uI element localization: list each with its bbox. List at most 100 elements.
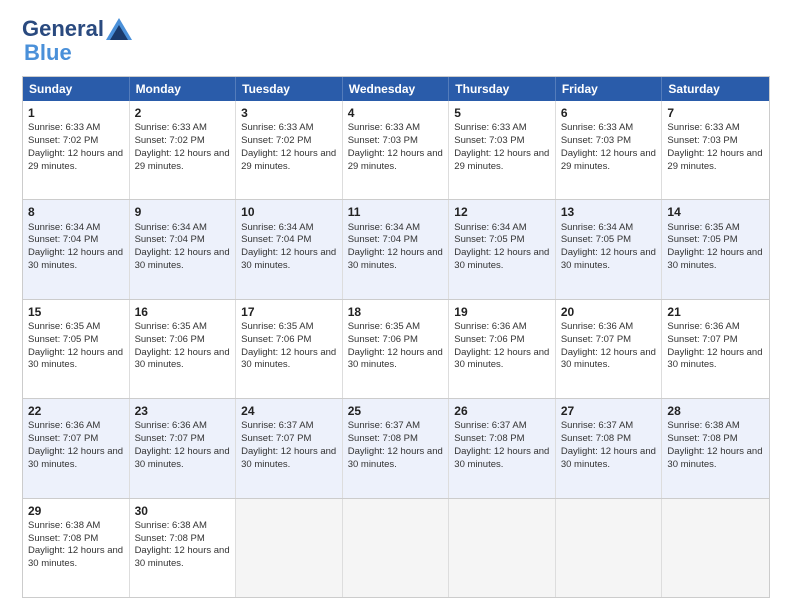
logo-icon bbox=[106, 18, 132, 40]
sunset-text: Sunset: 7:06 PM bbox=[135, 334, 205, 345]
day-number: 2 bbox=[135, 105, 231, 121]
sunrise-text: Sunrise: 6:34 AM bbox=[241, 222, 313, 233]
sunset-text: Sunset: 7:08 PM bbox=[135, 533, 205, 544]
daylight-text: Daylight: 12 hours and 30 minutes. bbox=[28, 247, 123, 271]
sunset-text: Sunset: 7:08 PM bbox=[28, 533, 98, 544]
daylight-text: Daylight: 12 hours and 29 minutes. bbox=[241, 148, 336, 172]
sunrise-text: Sunrise: 6:33 AM bbox=[241, 122, 313, 133]
sunset-text: Sunset: 7:02 PM bbox=[28, 135, 98, 146]
sunrise-text: Sunrise: 6:36 AM bbox=[135, 420, 207, 431]
sunset-text: Sunset: 7:03 PM bbox=[667, 135, 737, 146]
sunset-text: Sunset: 7:04 PM bbox=[135, 234, 205, 245]
day-number: 28 bbox=[667, 403, 764, 419]
sunrise-text: Sunrise: 6:37 AM bbox=[561, 420, 633, 431]
sunrise-text: Sunrise: 6:34 AM bbox=[348, 222, 420, 233]
calendar-cell: 14Sunrise: 6:35 AMSunset: 7:05 PMDayligh… bbox=[662, 200, 769, 298]
sunrise-text: Sunrise: 6:37 AM bbox=[454, 420, 526, 431]
logo-blue: Blue bbox=[24, 40, 72, 66]
day-number: 25 bbox=[348, 403, 444, 419]
sunset-text: Sunset: 7:04 PM bbox=[28, 234, 98, 245]
sunset-text: Sunset: 7:06 PM bbox=[348, 334, 418, 345]
calendar-cell: 25Sunrise: 6:37 AMSunset: 7:08 PMDayligh… bbox=[343, 399, 450, 497]
sunrise-text: Sunrise: 6:35 AM bbox=[241, 321, 313, 332]
calendar-cell: 4Sunrise: 6:33 AMSunset: 7:03 PMDaylight… bbox=[343, 101, 450, 199]
daylight-text: Daylight: 12 hours and 30 minutes. bbox=[135, 347, 230, 371]
daylight-text: Daylight: 12 hours and 30 minutes. bbox=[241, 446, 336, 470]
sunset-text: Sunset: 7:05 PM bbox=[454, 234, 524, 245]
calendar-body: 1 Sunrise: 6:33 AM Sunset: 7:02 PM Daylight… bbox=[23, 101, 769, 597]
calendar-cell: 10Sunrise: 6:34 AMSunset: 7:04 PMDayligh… bbox=[236, 200, 343, 298]
daylight-text: Daylight: 12 hours and 29 minutes. bbox=[135, 148, 230, 172]
sunset-text: Sunset: 7:05 PM bbox=[561, 234, 631, 245]
day-number: 26 bbox=[454, 403, 550, 419]
day-number: 23 bbox=[135, 403, 231, 419]
calendar-cell: 8Sunrise: 6:34 AMSunset: 7:04 PMDaylight… bbox=[23, 200, 130, 298]
sunrise-text: Sunrise: 6:36 AM bbox=[561, 321, 633, 332]
calendar-cell: 26Sunrise: 6:37 AM Sunset: 7:08 PM Dayligh… bbox=[449, 399, 556, 497]
calendar-cell: 28Sunrise: 6:38 AMSunset: 7:08 PMDayligh… bbox=[662, 399, 769, 497]
calendar-cell: 2Sunrise: 6:33 AMSunset: 7:02 PMDaylight… bbox=[130, 101, 237, 199]
day-number: 10 bbox=[241, 204, 337, 220]
day-number: 13 bbox=[561, 204, 657, 220]
day-number: 19 bbox=[454, 304, 550, 320]
calendar-row: 8Sunrise: 6:34 AMSunset: 7:04 PMDaylight… bbox=[23, 200, 769, 299]
day-number: 30 bbox=[135, 503, 231, 519]
daylight-text: Daylight: 12 hours and 30 minutes. bbox=[28, 446, 123, 470]
daylight-text: Daylight: 12 hours and 29 minutes. bbox=[667, 148, 762, 172]
sunrise-text: Sunrise: 6:33 AM bbox=[454, 122, 526, 133]
day-number: 9 bbox=[135, 204, 231, 220]
page: General Blue SundayMondayTuesdayWednesda… bbox=[0, 0, 792, 612]
sunset-text: Sunset: 7:06 PM bbox=[454, 334, 524, 345]
calendar-cell: 9Sunrise: 6:34 AMSunset: 7:04 PMDaylight… bbox=[130, 200, 237, 298]
sunset-text: Sunset: 7:07 PM bbox=[135, 433, 205, 444]
day-number: 1 bbox=[28, 105, 124, 121]
calendar: SundayMondayTuesdayWednesdayThursdayFrid… bbox=[22, 76, 770, 598]
daylight-text: Daylight: 12 hours and 29 minutes. bbox=[454, 148, 549, 172]
sunset-text: Sunset: 7:05 PM bbox=[28, 334, 98, 345]
sunrise-text: Sunrise: 6:35 AM bbox=[348, 321, 420, 332]
sunrise-text: Sunrise: 6:33 AM bbox=[348, 122, 420, 133]
calendar-row: 15 Sunrise: 6:35 AM Sunset: 7:05 PM Dayligh… bbox=[23, 300, 769, 399]
day-number: 22 bbox=[28, 403, 124, 419]
sunrise-text: Sunrise: 6:34 AM bbox=[135, 222, 207, 233]
calendar-cell: 18Sunrise: 6:35 AMSunset: 7:06 PMDayligh… bbox=[343, 300, 450, 398]
calendar-cell bbox=[343, 499, 450, 597]
calendar-row: 1 Sunrise: 6:33 AM Sunset: 7:02 PM Daylight… bbox=[23, 101, 769, 200]
sunset-text: Sunset: 7:07 PM bbox=[667, 334, 737, 345]
day-number: 5 bbox=[454, 105, 550, 121]
daylight-text: Daylight: 12 hours and 30 minutes. bbox=[135, 446, 230, 470]
day-number: 29 bbox=[28, 503, 124, 519]
daylight-text: Daylight: 12 hours and 30 minutes. bbox=[135, 545, 230, 569]
calendar-cell bbox=[662, 499, 769, 597]
day-number: 8 bbox=[28, 204, 124, 220]
calendar-cell: 13Sunrise: 6:34 AMSunset: 7:05 PMDayligh… bbox=[556, 200, 663, 298]
day-number: 15 bbox=[28, 304, 124, 320]
day-number: 21 bbox=[667, 304, 764, 320]
header-cell-wednesday: Wednesday bbox=[343, 77, 450, 101]
sunset-text: Sunset: 7:05 PM bbox=[667, 234, 737, 245]
sunset-text: Sunset: 7:02 PM bbox=[241, 135, 311, 146]
sunset-text: Sunset: 7:08 PM bbox=[454, 433, 524, 444]
sunset-text: Sunset: 7:04 PM bbox=[241, 234, 311, 245]
header-cell-friday: Friday bbox=[556, 77, 663, 101]
calendar-header: SundayMondayTuesdayWednesdayThursdayFrid… bbox=[23, 77, 769, 101]
daylight-text: Daylight: 12 hours and 30 minutes. bbox=[667, 347, 762, 371]
day-number: 24 bbox=[241, 403, 337, 419]
daylight-text: Daylight: 12 hours and 30 minutes. bbox=[667, 446, 762, 470]
sunset-text: Sunset: 7:07 PM bbox=[241, 433, 311, 444]
header-cell-thursday: Thursday bbox=[449, 77, 556, 101]
sunrise-text: Sunrise: 6:36 AM bbox=[454, 321, 526, 332]
calendar-cell: 6Sunrise: 6:33 AMSunset: 7:03 PMDaylight… bbox=[556, 101, 663, 199]
sunrise-text: Sunrise: 6:38 AM bbox=[28, 520, 100, 531]
sunset-text: Sunset: 7:03 PM bbox=[348, 135, 418, 146]
sunrise-text: Sunrise: 6:35 AM bbox=[667, 222, 739, 233]
sunset-text: Sunset: 7:03 PM bbox=[454, 135, 524, 146]
daylight-text: Daylight: 12 hours and 30 minutes. bbox=[348, 347, 443, 371]
daylight-text: Daylight: 12 hours and 30 minutes. bbox=[561, 247, 656, 271]
sunset-text: Sunset: 7:07 PM bbox=[28, 433, 98, 444]
calendar-cell: 17Sunrise: 6:35 AMSunset: 7:06 PMDayligh… bbox=[236, 300, 343, 398]
daylight-text: Daylight: 12 hours and 30 minutes. bbox=[454, 446, 549, 470]
day-number: 3 bbox=[241, 105, 337, 121]
sunset-text: Sunset: 7:08 PM bbox=[667, 433, 737, 444]
header: General Blue bbox=[22, 18, 770, 66]
